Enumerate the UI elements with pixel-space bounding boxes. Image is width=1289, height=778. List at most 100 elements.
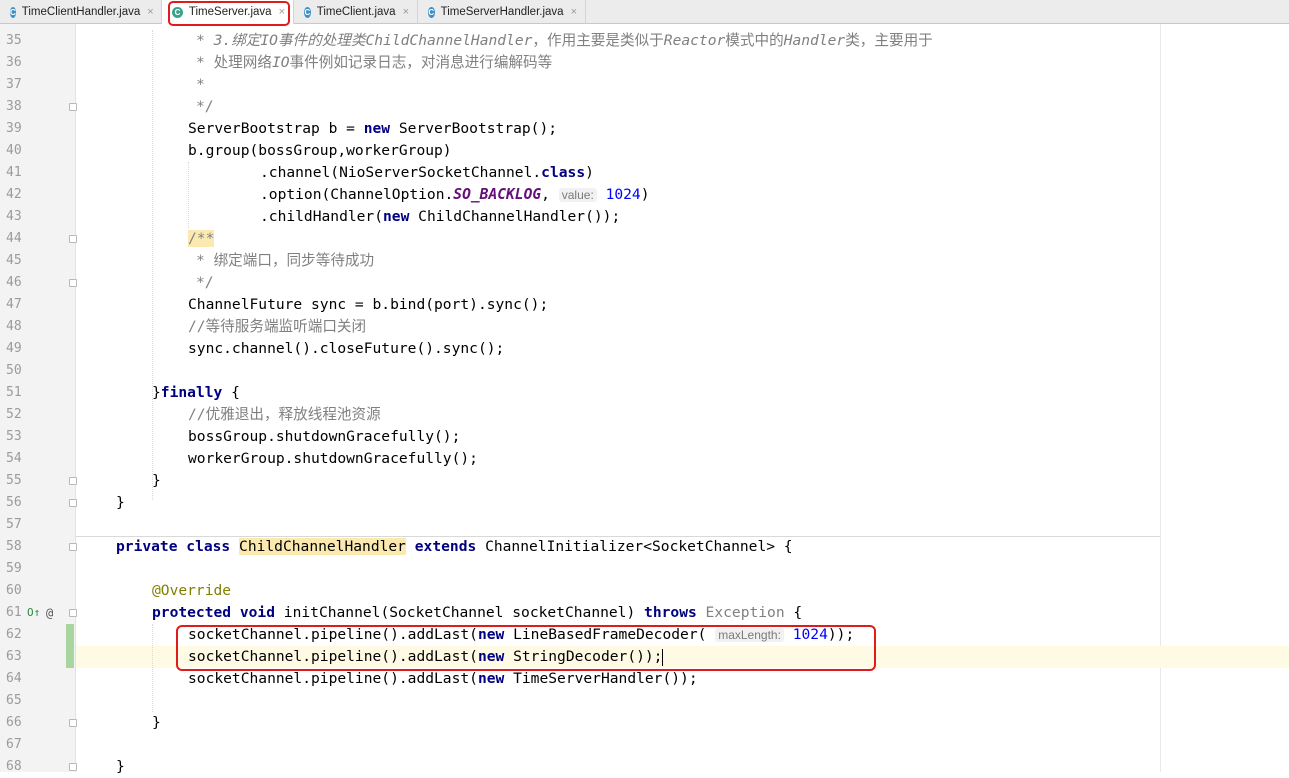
line-number: 56	[6, 495, 22, 510]
comment-text: 3.绑定IO事件的处理类ChildChannelHandler	[213, 32, 533, 49]
class-icon: C	[10, 6, 16, 18]
line-number: 39	[6, 121, 22, 136]
code-text: .childHandler(new ChildChannelHandler())…	[260, 206, 620, 228]
code-line: 55 }	[0, 470, 1289, 492]
number-literal: 1024	[605, 186, 641, 203]
code-line: 68 }	[0, 756, 1289, 778]
close-icon[interactable]: ×	[403, 6, 409, 18]
code-line: 48 //等待服务端监听端口关闭	[0, 316, 1289, 338]
fold-icon[interactable]	[69, 763, 77, 771]
class-icon: C	[428, 6, 435, 18]
code-line: 49 sync.channel().closeFuture().sync();	[0, 338, 1289, 360]
code-line: 51 }finally {	[0, 382, 1289, 404]
line-number: 67	[6, 737, 22, 752]
code-token: {	[222, 384, 240, 401]
comment-text: Handler	[783, 32, 846, 49]
code-line: 52 //优雅退出，释放线程池资源	[0, 404, 1289, 426]
code-line: 37 *	[0, 74, 1289, 96]
comment-text: 模式中的	[725, 32, 784, 49]
fold-icon[interactable]	[69, 609, 77, 617]
code-line: 39 ServerBootstrap b = new ServerBootstr…	[0, 118, 1289, 140]
code-text: workerGroup.shutdownGracefully();	[188, 450, 478, 467]
code-text: /**	[188, 228, 215, 250]
keyword: extends	[414, 538, 477, 555]
code-text: */	[196, 98, 214, 115]
code-token: }	[152, 384, 161, 401]
code-line: 54 workerGroup.shutdownGracefully();	[0, 448, 1289, 470]
code-line: 41 .channel(NioServerSocketChannel.class…	[0, 162, 1289, 184]
line-number: 59	[6, 561, 22, 576]
code-line: 47 ChannelFuture sync = b.bind(port).syn…	[0, 294, 1289, 316]
comment-text: 类，主要用于	[845, 32, 933, 49]
line-number: 63	[6, 649, 22, 664]
code-line: 38 */	[0, 96, 1289, 118]
code-line: 50	[0, 360, 1289, 382]
code-line: 59	[0, 558, 1289, 580]
line-number: 68	[6, 759, 22, 774]
tab-timeserverhandler[interactable]: C TimeServerHandler.java ×	[418, 0, 586, 24]
annotation-icon[interactable]: @	[46, 602, 53, 624]
code-text: }	[152, 472, 161, 489]
code-text: ServerBootstrap b = new ServerBootstrap(…	[188, 118, 557, 140]
code-token: TimeServerHandler());	[504, 670, 698, 687]
line-number: 51	[6, 385, 22, 400]
code-text: socketChannel.pipeline().addLast(new Tim…	[188, 668, 698, 690]
override-method-icon[interactable]: O↑	[27, 602, 40, 624]
code-text: protected void initChannel(SocketChannel…	[152, 602, 802, 624]
code-text: @Override	[152, 582, 232, 599]
code-text: sync.channel().closeFuture().sync();	[188, 340, 505, 357]
doc-comment-start: /**	[188, 230, 215, 247]
tab-label: TimeServerHandler.java	[440, 6, 564, 18]
code-token: )	[585, 164, 594, 181]
code-text: b.group(bossGroup,workerGroup)	[188, 142, 452, 159]
fold-icon[interactable]	[69, 543, 77, 551]
code-text: */	[196, 274, 214, 291]
parameter-hint: value:	[558, 188, 597, 202]
line-number: 50	[6, 363, 22, 378]
fold-icon[interactable]	[69, 103, 77, 111]
fold-icon[interactable]	[69, 477, 77, 485]
close-icon[interactable]: ×	[147, 6, 153, 18]
keyword: protected void	[152, 604, 276, 621]
fold-icon[interactable]	[69, 279, 77, 287]
line-number: 53	[6, 429, 22, 444]
line-number: 44	[6, 231, 22, 246]
line-number: 58	[6, 539, 22, 554]
code-token: )	[640, 186, 650, 203]
fold-icon[interactable]	[69, 235, 77, 243]
close-icon[interactable]: ×	[571, 6, 577, 18]
code-line: 61 O↑ @ protected void initChannel(Socke…	[0, 602, 1289, 624]
fold-icon[interactable]	[69, 719, 77, 727]
keyword: new	[477, 670, 505, 687]
tab-label: TimeClientHandler.java	[21, 6, 141, 18]
code-line: 65	[0, 690, 1289, 712]
comment-text: IO	[271, 54, 290, 71]
line-number: 42	[6, 187, 22, 202]
code-token: ServerBootstrap b =	[188, 120, 364, 137]
code-line: 45 * 绑定端口，同步等待成功	[0, 250, 1289, 272]
line-number: 48	[6, 319, 22, 334]
line-number: 60	[6, 583, 22, 598]
line-number: 47	[6, 297, 22, 312]
line-number: 40	[6, 143, 22, 158]
line-number: 66	[6, 715, 22, 730]
code-text: }	[116, 494, 125, 511]
comment-text: *	[196, 32, 214, 49]
class-name: ChildChannelHandler	[239, 538, 406, 555]
keyword: new	[383, 208, 410, 225]
code-token: {	[784, 604, 803, 621]
code-line: 57	[0, 514, 1289, 536]
tab-timeclienthandler[interactable]: C TimeClientHandler.java ×	[0, 0, 162, 24]
class-icon: C	[304, 6, 311, 18]
line-number: 43	[6, 209, 22, 224]
comment-text: * 处理网络	[196, 54, 272, 71]
code-text: * 处理网络IO事件例如记录日志，对消息进行编解码等	[196, 52, 552, 74]
keyword: new	[363, 120, 391, 137]
line-number: 49	[6, 341, 22, 356]
line-number: 37	[6, 77, 22, 92]
tab-timeclient[interactable]: C TimeClient.java ×	[294, 0, 418, 24]
fold-icon[interactable]	[69, 499, 77, 507]
code-text: * 绑定端口，同步等待成功	[196, 252, 375, 269]
code-token: socketChannel.pipeline().addLast(	[188, 670, 478, 687]
code-line: 46 */	[0, 272, 1289, 294]
